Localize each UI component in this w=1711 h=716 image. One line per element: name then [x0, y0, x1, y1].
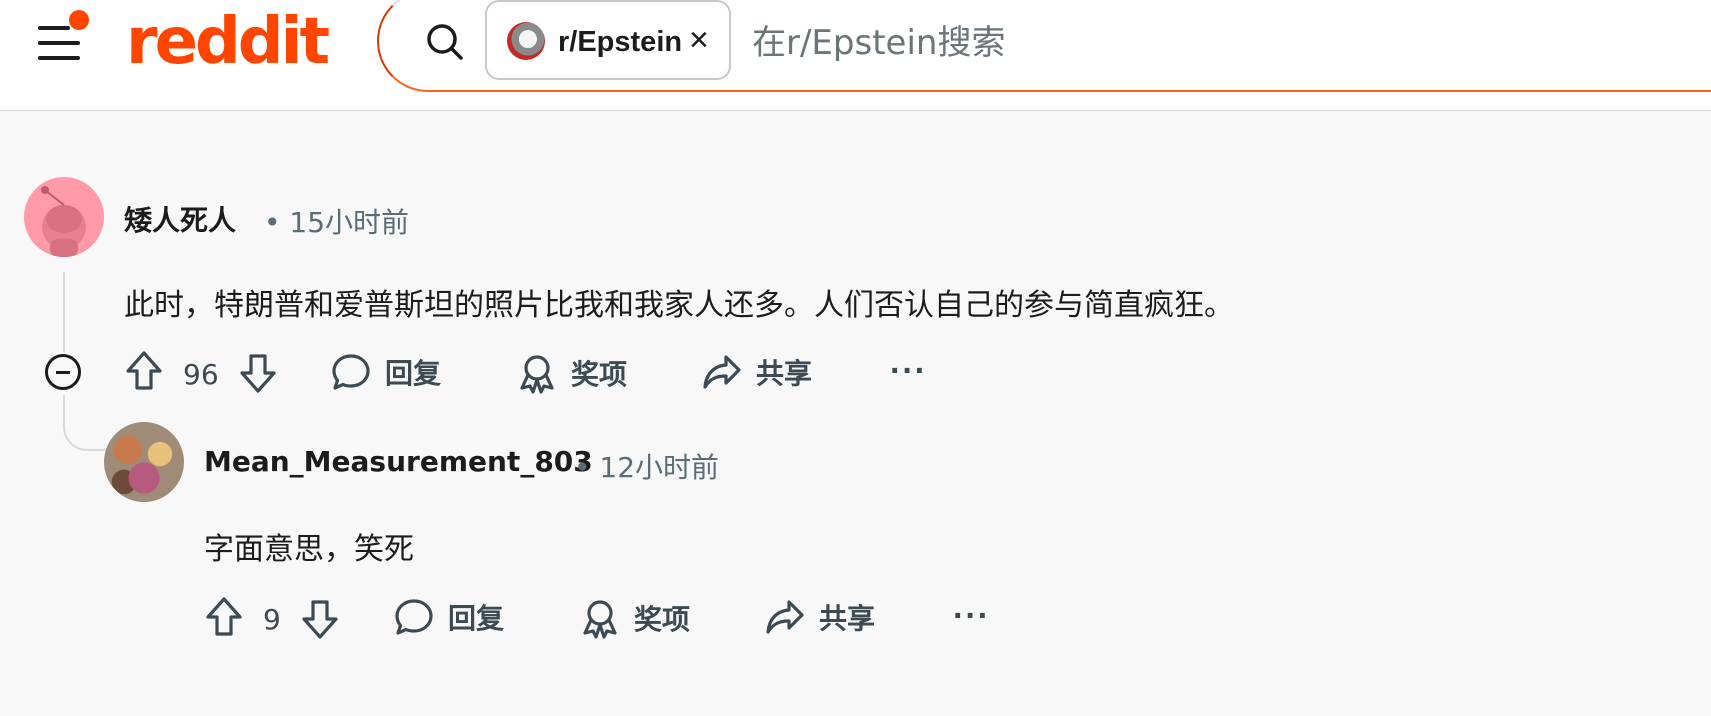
comment-author[interactable]: 矮人死人 [124, 199, 236, 239]
search-input[interactable] [752, 18, 1552, 68]
comment-body: 此时，特朗普和爱普斯坦的照片比我和我家人还多。人们否认自己的参与简直疯狂。 [124, 288, 1234, 323]
search-icon[interactable] [425, 22, 465, 62]
more-options-icon[interactable]: ··· [890, 352, 927, 391]
vote-count: 96 [183, 358, 219, 391]
award-label: 奖项 [634, 603, 691, 636]
community-chip-label: r/Epstein [558, 26, 683, 58]
more-options-icon[interactable]: ··· [953, 597, 990, 636]
community-avatar [507, 22, 545, 60]
comment-author[interactable]: Mean_Measurement_803 [204, 445, 593, 478]
comment-bubble-icon [395, 599, 433, 635]
thread-branch-line [63, 395, 105, 451]
notification-dot [69, 10, 89, 30]
share-label: 共享 [819, 602, 876, 635]
share-button[interactable]: 共享 [765, 597, 875, 637]
comment-bubble-icon [332, 354, 370, 390]
avatar[interactable] [104, 422, 184, 502]
reply-button[interactable]: 回复 [394, 597, 504, 637]
comment-timestamp: • 15小时前 [264, 206, 410, 239]
award-icon [583, 600, 617, 639]
community-filter-chip[interactable]: r/Epstein × [485, 0, 731, 80]
close-icon[interactable]: × [689, 22, 717, 58]
reddit-logo[interactable]: reddit [126, 2, 330, 82]
comment-timestamp: • 12小时前 [574, 451, 720, 484]
share-icon [703, 355, 741, 389]
share-label: 共享 [756, 357, 813, 390]
award-button[interactable]: 奖项 [517, 352, 627, 394]
top-header: reddit r/Epstein × [0, 0, 1711, 111]
snoo-avatar-icon [41, 186, 86, 257]
award-label: 奖项 [571, 358, 628, 391]
avatar[interactable] [24, 177, 104, 257]
award-button[interactable]: 奖项 [580, 597, 690, 639]
downvote-icon[interactable] [238, 352, 278, 394]
reply-button[interactable]: 回复 [331, 352, 441, 392]
reply-label: 回复 [385, 357, 442, 390]
comment-body: 字面意思，笑死 [204, 532, 414, 567]
award-icon [520, 355, 554, 394]
thread-line[interactable] [63, 272, 65, 352]
vote-count: 9 [263, 603, 281, 636]
collapse-thread-icon[interactable] [45, 354, 81, 390]
reply-label: 回复 [448, 602, 505, 635]
upvote-icon[interactable] [124, 350, 164, 392]
share-icon [766, 600, 804, 634]
downvote-icon[interactable] [300, 598, 340, 640]
menu-icon[interactable] [38, 26, 80, 60]
upvote-icon[interactable] [204, 596, 244, 638]
share-button[interactable]: 共享 [702, 352, 812, 392]
